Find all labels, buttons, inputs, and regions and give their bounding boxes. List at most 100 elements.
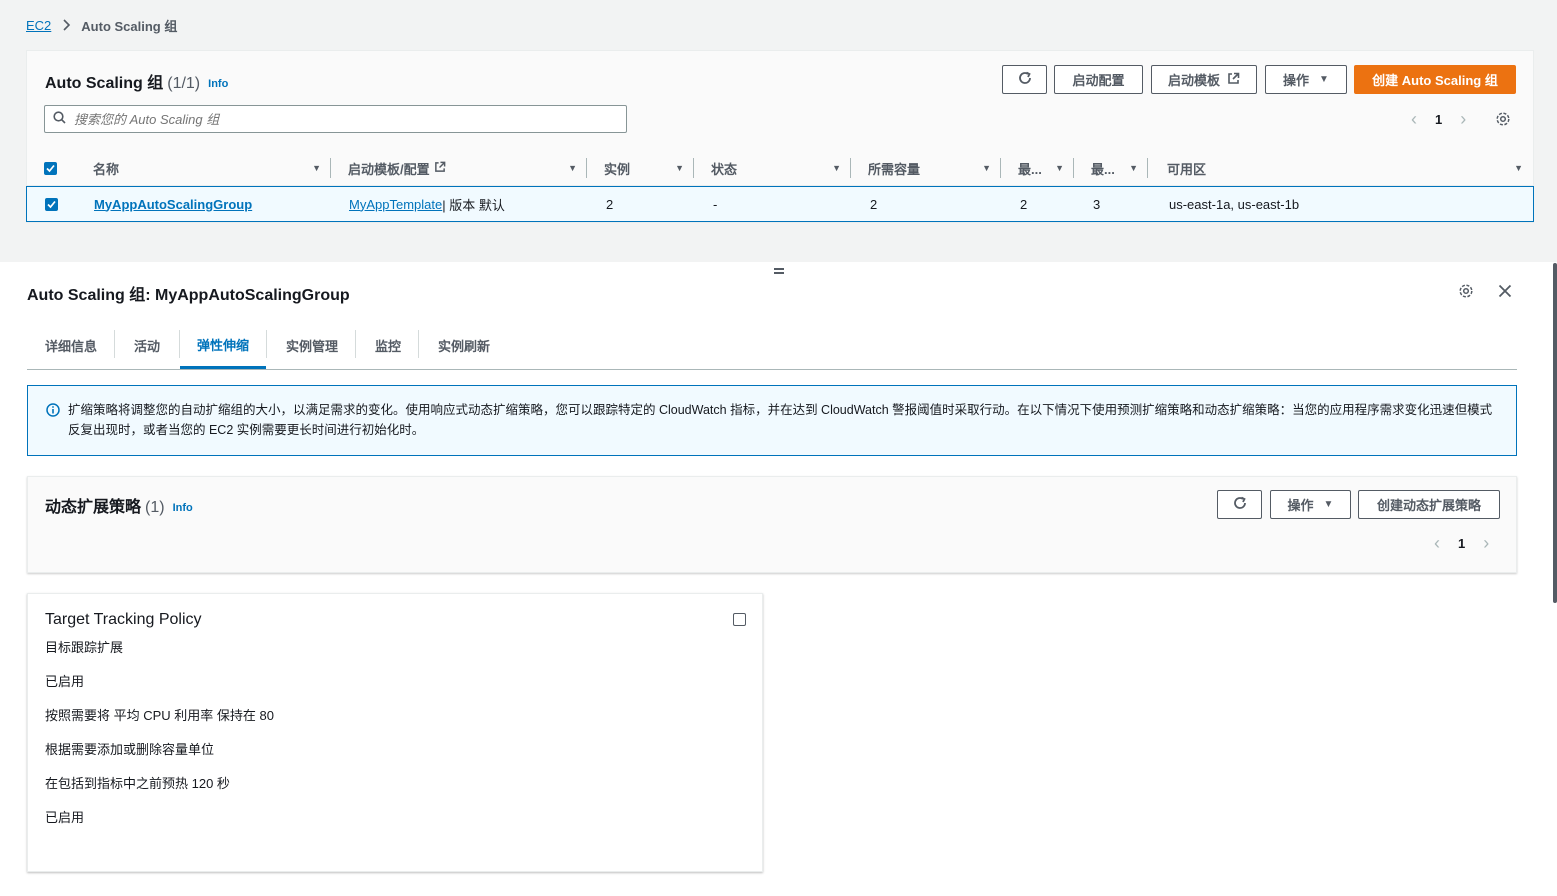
- chevron-right-icon: [63, 18, 71, 34]
- detail-tabs: 详细信息 活动 弹性伸缩 实例管理 监控 实例刷新: [27, 322, 1517, 370]
- breadcrumb-ec2-link[interactable]: EC2: [26, 18, 51, 33]
- column-header-min[interactable]: 最... ▼: [1018, 150, 1074, 186]
- column-header-name[interactable]: 名称 ▼: [93, 150, 331, 186]
- column-label: 最...: [1018, 161, 1042, 177]
- cell-min: 2: [1020, 196, 1028, 212]
- tab-divider: [355, 330, 356, 358]
- column-label: 可用区: [1167, 161, 1207, 177]
- tab-instance-refresh[interactable]: 实例刷新: [438, 322, 490, 369]
- asg-count: (1/1): [167, 75, 201, 92]
- policy-card-title: Target Tracking Policy: [45, 611, 202, 628]
- column-label: 名称: [93, 161, 120, 177]
- policy-actions-button[interactable]: 操作 ▼: [1270, 490, 1351, 519]
- page-number[interactable]: 1: [1435, 112, 1442, 127]
- next-page-icon[interactable]: ›: [1483, 533, 1489, 554]
- column-divider: [586, 158, 587, 178]
- refresh-button[interactable]: [1217, 490, 1262, 519]
- caret-down-icon: ▼: [1319, 74, 1329, 85]
- table-header: 名称 ▼ 启动模板/配置 ▼ 实例 ▼ 状态 ▼ 所需容量 ▼ 最... ▼ 最... ▼ 可…: [27, 150, 1533, 186]
- close-icon[interactable]: [1496, 282, 1514, 300]
- create-policy-button[interactable]: 创建动态扩展策略: [1358, 490, 1500, 519]
- info-circle-icon: [46, 403, 60, 423]
- policy-warmup: 在包括到指标中之前预热 120 秒: [45, 776, 230, 791]
- actions-button[interactable]: 操作 ▼: [1265, 65, 1347, 94]
- cell-status: -: [713, 196, 718, 212]
- prev-page-icon[interactable]: ‹: [1434, 533, 1440, 554]
- search-input[interactable]: [74, 111, 574, 127]
- tab-details[interactable]: 详细信息: [45, 322, 97, 369]
- top-area: EC2 Auto Scaling 组 Auto Scaling 组 (1/1) In…: [0, 0, 1557, 262]
- policy-title: 动态扩展策略: [45, 499, 142, 516]
- detail-title: Auto Scaling 组: MyAppAutoScalingGroup: [27, 287, 350, 304]
- cell-name: MyAppAutoScalingGroup: [94, 187, 252, 221]
- external-link-icon: [1227, 72, 1240, 88]
- info-link[interactable]: Info: [173, 502, 193, 514]
- column-header-template[interactable]: 启动模板/配置 ▼: [348, 150, 587, 186]
- column-header-instances[interactable]: 实例 ▼: [604, 150, 694, 186]
- tab-divider: [114, 330, 115, 358]
- tab-monitoring[interactable]: 监控: [375, 322, 401, 369]
- template-link[interactable]: MyAppTemplate: [349, 197, 442, 212]
- settings-gear-icon[interactable]: [1457, 282, 1475, 300]
- policy-scale-in-status: 已启用: [45, 810, 85, 825]
- pagination: ‹ 1 ›: [1411, 109, 1466, 130]
- tab-scaling[interactable]: 弹性伸缩: [180, 322, 266, 369]
- policy-card: Target Tracking Policy 目标跟踪扩展 已启用 按照需要将 …: [27, 593, 763, 872]
- create-asg-button[interactable]: 创建 Auto Scaling 组: [1354, 65, 1516, 94]
- search-box: [44, 105, 627, 133]
- breadcrumb-current: Auto Scaling 组: [81, 19, 178, 34]
- resize-handle-icon[interactable]: [772, 263, 786, 277]
- sort-caret-icon: ▼: [1055, 163, 1064, 173]
- launch-config-button[interactable]: 启动配置: [1054, 65, 1143, 94]
- column-divider: [330, 158, 331, 178]
- alert-text: 扩缩策略将调整您的自动扩缩组的大小，以满足需求的变化。使用响应式动态扩缩策略，您…: [68, 403, 1493, 437]
- prev-page-icon[interactable]: ‹: [1411, 109, 1417, 130]
- sort-caret-icon: ▼: [982, 163, 991, 173]
- column-divider: [693, 158, 694, 178]
- column-label: 状态: [711, 161, 738, 177]
- tab-activity[interactable]: 活动: [134, 322, 160, 369]
- search-icon: [53, 111, 66, 127]
- next-page-icon[interactable]: ›: [1460, 109, 1466, 130]
- pagination: ‹ 1 ›: [1434, 533, 1489, 554]
- page-number[interactable]: 1: [1458, 536, 1465, 551]
- row-checkbox[interactable]: [45, 197, 58, 211]
- refresh-icon: [1017, 70, 1033, 89]
- column-header-status[interactable]: 状态 ▼: [711, 150, 851, 186]
- select-all-cell: [44, 150, 80, 186]
- cell-max: 3: [1093, 196, 1101, 212]
- column-divider: [1000, 158, 1001, 178]
- column-header-azs[interactable]: 可用区 ▼: [1167, 150, 1525, 186]
- tab-divider: [266, 330, 267, 358]
- sort-caret-icon: ▼: [312, 163, 321, 173]
- sort-caret-icon: ▼: [832, 163, 841, 173]
- settings-gear-icon[interactable]: [1494, 110, 1512, 128]
- cell-template: MyAppTemplate | 版本 默认: [349, 187, 505, 221]
- column-header-max[interactable]: 最... ▼: [1091, 150, 1148, 186]
- row-select-cell: [45, 187, 75, 221]
- info-link[interactable]: Info: [208, 78, 228, 90]
- actions-label: 操作: [1283, 73, 1310, 88]
- external-link-icon: [434, 161, 446, 176]
- cell-desired: 2: [870, 196, 878, 212]
- column-label: 最...: [1091, 161, 1115, 177]
- dynamic-policy-panel: 动态扩展策略 (1) Info 操作 ▼ 创建动态扩展策略 ‹ 1 ›: [27, 476, 1517, 573]
- refresh-icon: [1232, 495, 1248, 514]
- column-label: 实例: [604, 161, 631, 177]
- sort-caret-icon: ▼: [1514, 163, 1523, 173]
- table-row[interactable]: MyAppAutoScalingGroup MyAppTemplate | 版本…: [26, 186, 1534, 222]
- select-all-checkbox[interactable]: [44, 161, 57, 175]
- column-divider: [1147, 158, 1148, 178]
- policy-checkbox[interactable]: [733, 613, 746, 626]
- refresh-button[interactable]: [1002, 65, 1047, 94]
- column-header-desired[interactable]: 所需容量 ▼: [868, 150, 1001, 186]
- column-divider: [850, 158, 851, 178]
- policy-target: 按照需要将 平均 CPU 利用率 保持在 80: [45, 708, 274, 723]
- asg-name-link[interactable]: MyAppAutoScalingGroup: [94, 197, 252, 212]
- breadcrumb: EC2 Auto Scaling 组: [26, 16, 177, 35]
- policy-capacity-rule: 根据需要添加或删除容量单位: [45, 742, 215, 757]
- panel-title: Auto Scaling 组 (1/1) Info: [45, 69, 228, 93]
- tab-instance-management[interactable]: 实例管理: [286, 322, 338, 369]
- launch-template-button[interactable]: 启动模板: [1151, 65, 1257, 94]
- scrollbar[interactable]: [1553, 263, 1557, 603]
